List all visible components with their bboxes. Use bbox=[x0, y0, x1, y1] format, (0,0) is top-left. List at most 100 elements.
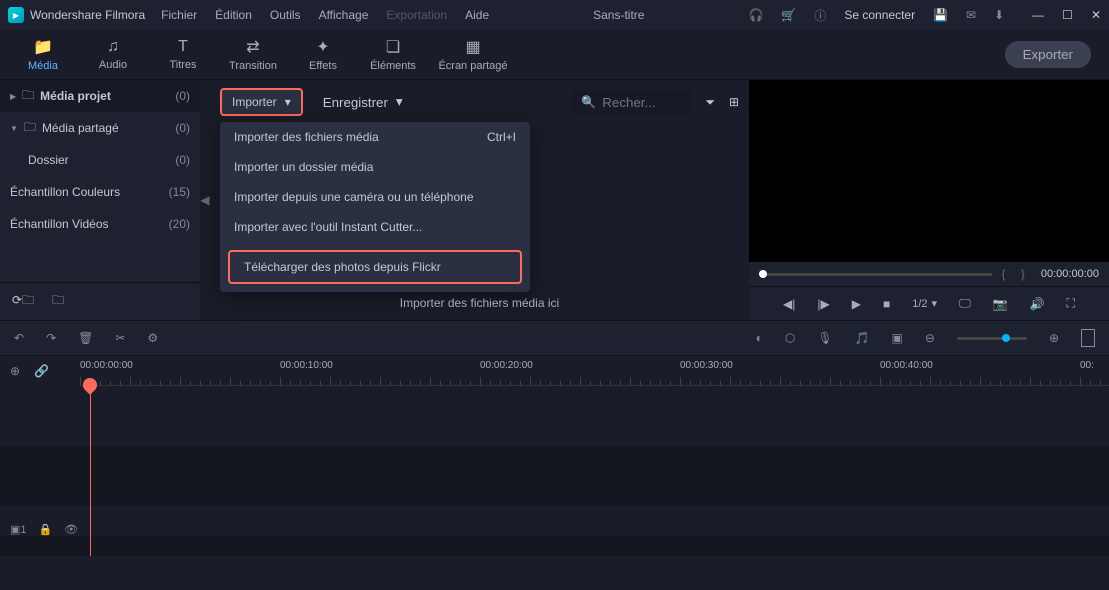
media-sidebar: ▶🗀Média projet (0) ▼🗀Média partagé (0) D… bbox=[0, 80, 200, 320]
info-icon[interactable]: ⓘ bbox=[814, 7, 826, 24]
ruler-timestamp: 00: bbox=[1080, 360, 1094, 371]
shapes-icon: ❏ bbox=[386, 37, 400, 57]
content-toolbar: Importer ▾ Enregistrer ▾ 🔍 ⏷ ⊞ bbox=[220, 88, 739, 116]
save-icon[interactable]: 💾 bbox=[933, 8, 948, 22]
import-dropdown-button[interactable]: Importer ▾ bbox=[220, 88, 303, 116]
mail-icon[interactable]: ✉ bbox=[966, 8, 976, 22]
zoom-handle[interactable] bbox=[1002, 334, 1010, 342]
import-media-files[interactable]: Importer des fichiers média Ctrl+I bbox=[220, 122, 530, 152]
volume-icon[interactable]: 🔊 bbox=[1030, 297, 1045, 311]
timeline-track-audio[interactable] bbox=[0, 536, 1109, 556]
playhead[interactable] bbox=[90, 386, 91, 556]
tool-tabs: 📁 Média ♫ Audio T Titres ⇄ Transition ✦ … bbox=[0, 30, 1109, 80]
tab-transition[interactable]: ⇄ Transition bbox=[218, 37, 288, 72]
zoom-slider[interactable] bbox=[957, 337, 1027, 340]
sidebar-item-shared-media[interactable]: ▼🗀Média partagé (0) bbox=[0, 112, 200, 144]
tab-media[interactable]: 📁 Média bbox=[8, 37, 78, 72]
marker-icon[interactable]: ⬡ bbox=[785, 331, 795, 345]
scrub-handle[interactable] bbox=[759, 270, 767, 278]
search-input[interactable]: 🔍 bbox=[571, 90, 691, 115]
tab-titles[interactable]: T Titres bbox=[148, 38, 218, 71]
keyframe-icon[interactable]: ▣ bbox=[892, 331, 903, 345]
close-button[interactable]: ✕ bbox=[1091, 8, 1101, 22]
import-media-folder[interactable]: Importer un dossier média bbox=[220, 152, 530, 182]
menu-file[interactable]: Fichier bbox=[161, 8, 197, 22]
fullscreen-icon[interactable]: ⛶ bbox=[1067, 296, 1075, 311]
split-icon: ▦ bbox=[465, 37, 480, 57]
filter-icon[interactable]: ⏷ bbox=[705, 95, 715, 110]
visibility-icon[interactable]: 👁 bbox=[64, 523, 78, 536]
tab-effects[interactable]: ✦ Effets bbox=[288, 37, 358, 72]
redo-button[interactable]: ↷ bbox=[46, 331, 56, 345]
mixer-icon[interactable]: 🎵 bbox=[855, 331, 870, 345]
cut-button[interactable]: ✂ bbox=[115, 331, 125, 345]
sidebar-item-project-media[interactable]: ▶🗀Média projet (0) bbox=[0, 80, 200, 112]
menubar: Fichier Édition Outils Affichage Exporta… bbox=[161, 8, 489, 22]
preview-canvas[interactable] bbox=[749, 80, 1109, 262]
menu-tools[interactable]: Outils bbox=[270, 8, 301, 22]
preview-scale[interactable]: 1/2 ▾ bbox=[912, 297, 937, 310]
download-icon[interactable]: ⬇ bbox=[994, 8, 1004, 22]
import-from-camera[interactable]: Importer depuis une caméra ou un télépho… bbox=[220, 182, 530, 212]
prev-frame-button[interactable]: ◀| bbox=[783, 297, 795, 311]
preview-panel: { } 00:00:00:00 ◀| |▶ ▶ ■ 1/2 ▾ 🖵 📷 🔊 ⛶ bbox=[749, 80, 1109, 320]
sidebar-item-sample-colors[interactable]: Échantillon Couleurs (15) bbox=[0, 176, 200, 208]
delete-button[interactable]: 🗑 bbox=[78, 331, 93, 345]
scrub-track[interactable] bbox=[759, 273, 992, 276]
voiceover-icon[interactable]: 🎙 bbox=[817, 331, 832, 345]
menu-edit[interactable]: Édition bbox=[215, 8, 252, 22]
zoom-in-button[interactable]: ⊕ bbox=[1049, 331, 1059, 345]
in-out-brackets[interactable]: { } bbox=[1002, 267, 1031, 281]
tab-split-screen[interactable]: ▦ Écran partagé bbox=[428, 37, 518, 72]
preview-controls: ◀| |▶ ▶ ■ 1/2 ▾ 🖵 📷 🔊 ⛶ bbox=[749, 286, 1109, 320]
minimize-button[interactable]: — bbox=[1032, 8, 1044, 22]
transition-icon: ⇄ bbox=[246, 37, 259, 57]
monitor-icon[interactable]: 🖵 bbox=[959, 296, 971, 311]
login-link[interactable]: Se connecter bbox=[844, 8, 915, 22]
cart-icon[interactable]: 🛒 bbox=[781, 8, 796, 22]
menu-view[interactable]: Affichage bbox=[319, 8, 369, 22]
ruler-timestamp: 00:00:10:00 bbox=[280, 360, 333, 371]
settings-icon[interactable]: ⚙ bbox=[147, 331, 158, 345]
thumbnail-toggle[interactable] bbox=[1081, 329, 1095, 347]
ruler-timestamp: 00:00:00:00 bbox=[80, 360, 133, 371]
grid-view-icon[interactable]: ⊞ bbox=[729, 95, 739, 109]
snapshot-icon[interactable]: 📷 bbox=[993, 297, 1008, 311]
search-field[interactable] bbox=[602, 95, 682, 110]
record-dropdown-button[interactable]: Enregistrer ▾ bbox=[313, 89, 413, 115]
maximize-button[interactable]: ☐ bbox=[1062, 8, 1073, 22]
open-folder-icon[interactable]: 🗀 bbox=[52, 291, 64, 312]
chevron-down-icon: ▾ bbox=[932, 297, 938, 310]
lock-icon[interactable]: 🔒 bbox=[39, 523, 53, 536]
download-from-flickr[interactable]: Télécharger des photos depuis Flickr bbox=[228, 250, 522, 284]
sidebar-item-sample-videos[interactable]: Échantillon Vidéos (20) bbox=[0, 208, 200, 240]
add-track-icon[interactable]: ⊕ bbox=[10, 364, 20, 378]
new-folder-icon[interactable]: ⟳🗀 bbox=[12, 291, 34, 312]
titlebar: Wondershare Filmora Fichier Édition Outi… bbox=[0, 0, 1109, 30]
tab-elements[interactable]: ❏ Éléments bbox=[358, 37, 428, 72]
text-icon: T bbox=[178, 38, 188, 56]
app-name: Wondershare Filmora bbox=[30, 8, 145, 22]
ruler-timestamp: 00:00:20:00 bbox=[480, 360, 533, 371]
export-button[interactable]: Exporter bbox=[1005, 41, 1091, 68]
logo-icon bbox=[8, 7, 24, 23]
ruler-timestamp: 00:00:40:00 bbox=[880, 360, 933, 371]
import-instant-cutter[interactable]: Importer avec l'outil Instant Cutter... bbox=[220, 212, 530, 242]
timeline-ruler[interactable]: 00:00:00:0000:00:10:0000:00:20:0000:00:3… bbox=[80, 356, 1109, 386]
play-button[interactable]: ▶ bbox=[852, 297, 861, 311]
zoom-out-button[interactable]: ⊖ bbox=[925, 331, 935, 345]
render-icon[interactable]: ◐ bbox=[756, 331, 763, 345]
track-label: ▣1 bbox=[10, 523, 27, 536]
timeline-track-video[interactable] bbox=[0, 446, 1109, 506]
sidebar-item-folder[interactable]: Dossier (0) bbox=[0, 144, 200, 176]
tab-audio[interactable]: ♫ Audio bbox=[78, 38, 148, 71]
document-title: Sans-titre bbox=[505, 8, 732, 22]
undo-button[interactable]: ↶ bbox=[14, 331, 24, 345]
link-icon[interactable]: 🔗 bbox=[34, 364, 49, 378]
stop-button[interactable]: ■ bbox=[883, 297, 890, 311]
menu-help[interactable]: Aide bbox=[465, 8, 489, 22]
timeline: ⊕ 🔗 00:00:00:00 00:00:10:00 00:00:20:00 00:… bbox=[0, 356, 1109, 556]
play-pause-button[interactable]: |▶ bbox=[817, 297, 829, 311]
sidebar-collapse-handle[interactable]: ◀ bbox=[200, 80, 210, 320]
headset-icon[interactable]: 🎧 bbox=[748, 8, 763, 22]
